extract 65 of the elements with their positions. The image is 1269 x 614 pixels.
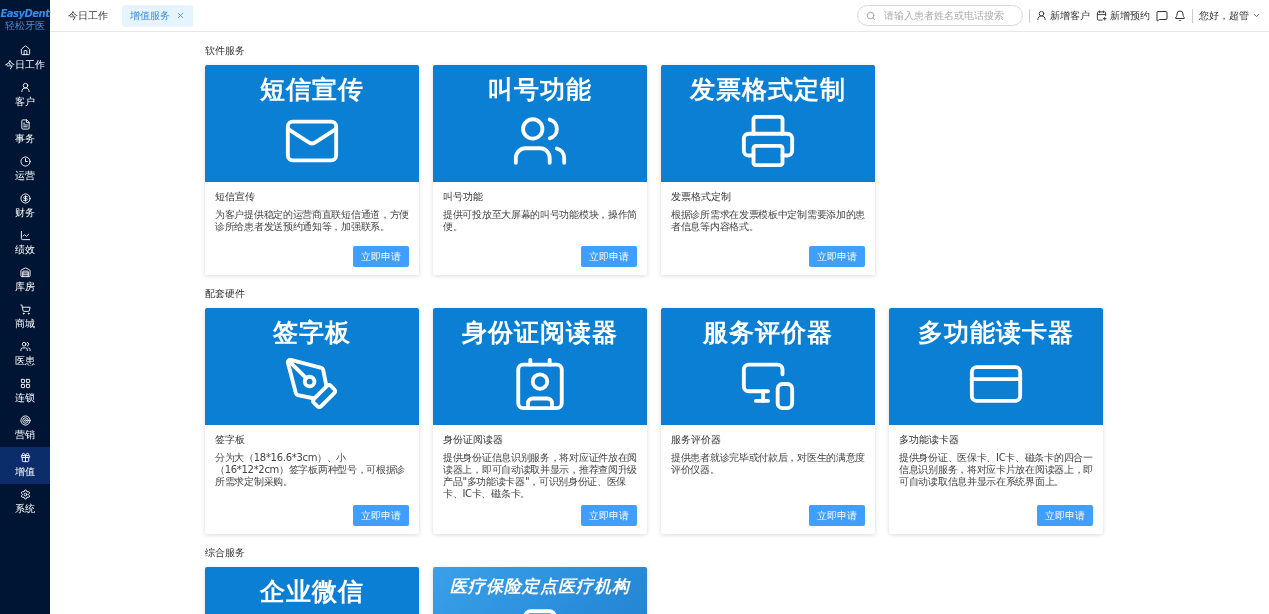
card-description: 分为大（18*16.6*3cm）、小（16*12*2cm）签字板两种型号，可根据诊所需求定制采购。	[215, 452, 407, 489]
user-icon	[19, 82, 31, 93]
new-appointment-button[interactable]: 新增预约	[1096, 8, 1150, 23]
sidebar-item[interactable]: 连锁	[0, 373, 50, 410]
target-icon	[19, 415, 31, 426]
cart-icon	[19, 304, 31, 315]
new-customer-button[interactable]: 新增客户	[1036, 8, 1090, 23]
card-description: 根据诊所需求在发票模板中定制需要添加的患者信息等内容格式。	[671, 209, 865, 234]
user-menu[interactable]: 您好，超管	[1199, 8, 1261, 23]
sidebar-item[interactable]: 财务	[0, 188, 50, 225]
banner-title: 叫号功能	[488, 74, 592, 106]
coin-icon	[19, 193, 31, 204]
printer-icon	[739, 112, 797, 170]
sidebar-item[interactable]: 今日工作	[0, 40, 50, 77]
sidebar-item[interactable]: 运营	[0, 151, 50, 188]
sidebar-item[interactable]: 绩效	[0, 225, 50, 262]
sidebar-item[interactable]: 营销	[0, 410, 50, 447]
card-description: 提供身份证信息识别服务，将对应证件放在阅读器上，即可自动读取并显示，推荐查阅升级产品"多功能读卡器"，可识别身份证、医保卡、IC卡、磁条卡。	[443, 452, 637, 500]
banner-title: 身份证阅读器	[462, 317, 618, 349]
logo-name: EasyDent	[0, 7, 50, 19]
card-description: 提供可投放至大屏幕的叫号功能模块，操作简便。	[443, 209, 637, 234]
document-icon	[19, 119, 31, 130]
clock-icon	[19, 156, 31, 167]
gift-icon	[19, 452, 31, 463]
card-title: 发票格式定制	[671, 190, 732, 204]
sidebar-item[interactable]: 增值	[0, 447, 50, 484]
chevron-down-icon	[1252, 11, 1261, 20]
banner-title: 发票格式定制	[690, 74, 846, 106]
sidebar-item[interactable]: 系统	[0, 484, 50, 521]
sidebar-item[interactable]: 事务	[0, 114, 50, 151]
card-title: 签字板	[215, 433, 246, 447]
sidebar-item[interactable]: 库房	[0, 262, 50, 299]
card-title: 多功能读卡器	[899, 433, 960, 447]
users-icon	[19, 341, 31, 352]
chart-icon	[19, 230, 31, 241]
sidebar-item[interactable]: 医患	[0, 336, 50, 373]
card-description: 为客户提供稳定的运营商直联短信通道，方便诊所给患者发送预约通知等，加强联系。	[215, 209, 409, 234]
message-icon[interactable]	[1156, 9, 1168, 22]
sidebar-item[interactable]: 客户	[0, 77, 50, 114]
logo-subtitle: 轻松牙医	[5, 19, 45, 33]
grid-icon	[19, 378, 31, 389]
banner-title: 医疗保险定点医疗机构	[450, 575, 630, 598]
warehouse-icon	[19, 267, 31, 278]
home-icon	[19, 45, 31, 56]
card-title: 身份证阅读器	[443, 433, 504, 447]
banner-title: 短信宣传	[260, 74, 364, 106]
card-description: 提供患者就诊完毕或付款后，对医生的满意度评价仪器。	[671, 452, 865, 477]
user-icon	[1036, 10, 1047, 21]
section-title: 配套硬件	[205, 287, 246, 301]
section-title: 软件服务	[205, 44, 246, 58]
settings-icon	[19, 489, 31, 500]
section-title: 综合服务	[205, 546, 246, 560]
calendar-plus-icon	[1096, 10, 1107, 21]
card-title: 短信宣传	[215, 190, 256, 204]
sidebar-item[interactable]: 商城	[0, 299, 50, 336]
bell-icon[interactable]	[1174, 9, 1186, 22]
card-description: 提供身份证、医保卡、IC卡、磁条卡的四合一信息识别服务，将对应卡片放在阅读器上，即可自动读取信息并显示在系统界面上。	[899, 452, 1093, 489]
banner-title: 服务评价器	[703, 317, 833, 349]
banner-title: 多功能读卡器	[918, 317, 1074, 349]
banner-title: 签字板	[273, 317, 351, 349]
card-title: 叫号功能	[443, 190, 484, 204]
tab[interactable]: 今日工作	[60, 4, 116, 27]
search-icon	[866, 10, 876, 21]
card-title: 服务评价器	[671, 433, 722, 447]
banner-title: 企业微信	[260, 576, 364, 608]
